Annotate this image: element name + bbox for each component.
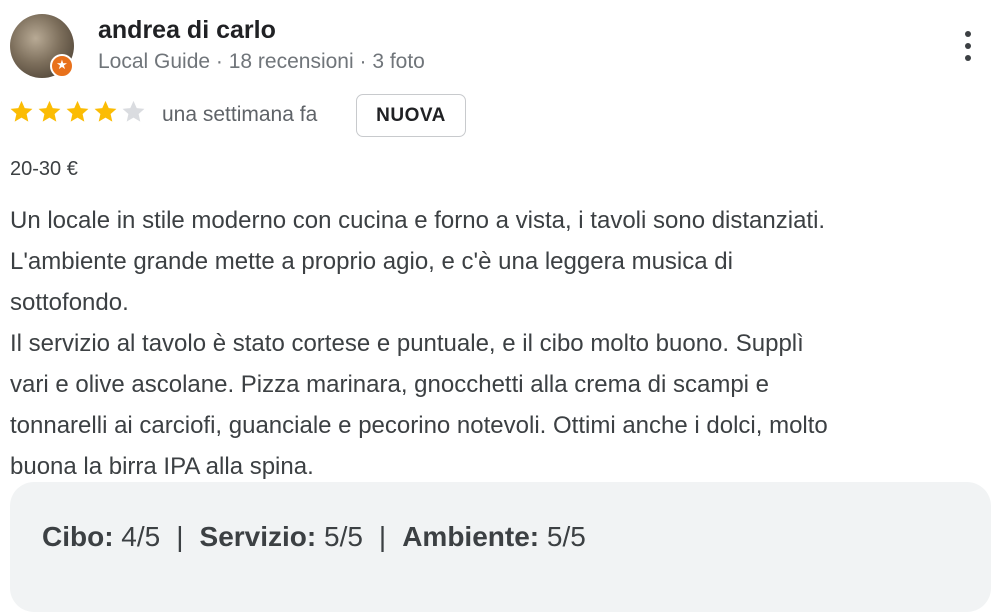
star-filled-icon [66,100,89,122]
attribute-separator: | [378,521,387,552]
attribute-value: 4/5 [113,521,161,552]
attribute-value: 5/5 [539,521,586,552]
attribute-value: 5/5 [316,521,363,552]
author-meta[interactable]: Local Guide · 18 recensioni · 3 foto [98,48,425,76]
attribute-separator: | [176,521,184,552]
more-vert-icon[interactable] [954,26,982,66]
attribute-item: Servizio: 5/5 [200,521,363,552]
star-empty-icon [122,100,145,122]
new-review-badge: NUOVA [356,94,466,137]
star-rating [9,99,146,124]
attribute-item: Ambiente: 5/5 [402,521,586,552]
attribute-item: Cibo: 4/5 [42,521,160,552]
price-range: 20-30 € [10,158,78,180]
attribute-ratings: Cibo: 4/5 | Servizio: 5/5 | Ambiente: 5/5 [42,517,586,557]
attribute-label: Ambiente: [402,521,540,552]
review-text: Un locale in stile moderno con cucina e … [10,207,828,480]
star-filled-icon [38,100,61,122]
review-time: una settimana fa [162,103,318,126]
author-name[interactable]: andrea di carlo [98,14,276,46]
local-guide-star-icon: ★ [50,54,74,78]
star-filled-icon [94,100,117,122]
star-filled-icon [10,100,33,122]
attribute-label: Servizio: [199,521,317,552]
attribute-label: Cibo: [42,521,114,552]
